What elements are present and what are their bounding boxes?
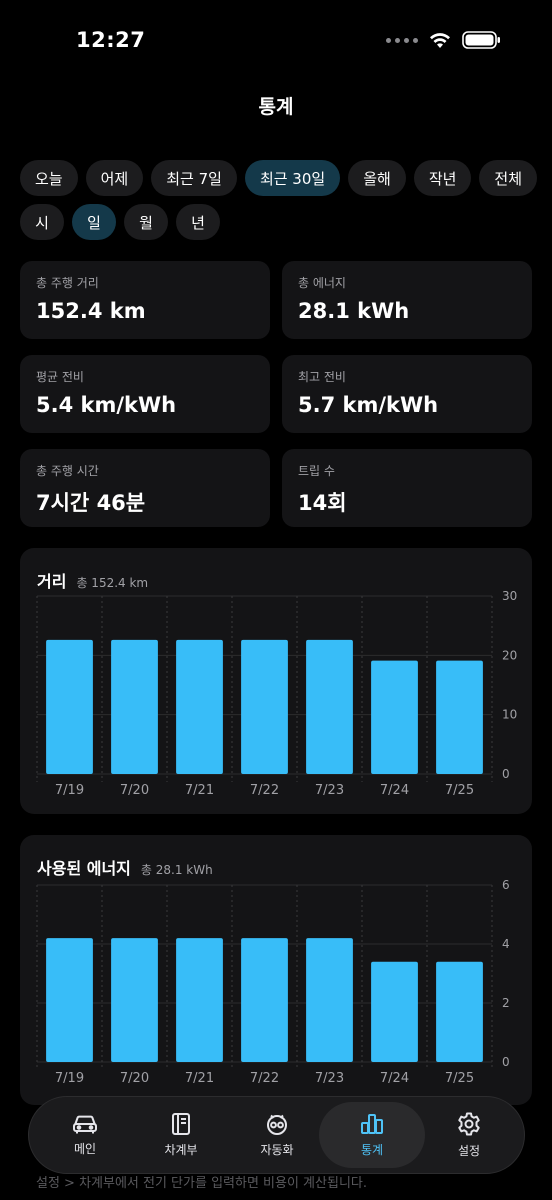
chip-yesterday[interactable]: 어제 bbox=[85, 160, 144, 196]
x-tick-label: 7/20 bbox=[120, 783, 149, 798]
bar bbox=[111, 639, 158, 774]
tab-settings[interactable]: 설정 bbox=[421, 1102, 517, 1168]
bar bbox=[46, 938, 93, 1062]
chip-day[interactable]: 일 bbox=[72, 204, 116, 240]
stat-value: 5.7 km/kWh bbox=[298, 393, 439, 417]
chip-last-30-days[interactable]: 최근 30일 bbox=[244, 160, 341, 196]
chip-hour[interactable]: 시 bbox=[20, 204, 64, 240]
stat-label: 평균 전비 bbox=[36, 370, 84, 384]
bottom-hint: 설정 > 차계부에서 전기 단가를 입력하면 비용이 계산됩니다. bbox=[36, 1176, 367, 1191]
chip-last-7-days[interactable]: 최근 7일 bbox=[151, 160, 237, 196]
y-tick-label: 0 bbox=[502, 1055, 510, 1069]
bar bbox=[111, 938, 158, 1062]
cellular-dots-icon bbox=[386, 37, 418, 43]
y-tick-label: 4 bbox=[502, 937, 510, 951]
tab-main[interactable]: 메인 bbox=[37, 1102, 133, 1168]
tab-stats[interactable]: 통계 bbox=[319, 1102, 425, 1168]
page-title: 통계 bbox=[258, 96, 294, 118]
x-tick-label: 7/22 bbox=[250, 1071, 279, 1086]
unit-filter: 시 일 월 년 bbox=[20, 204, 220, 240]
x-tick-label: 7/21 bbox=[185, 1071, 214, 1086]
y-tick-label: 2 bbox=[502, 996, 510, 1010]
gear-icon bbox=[458, 1112, 480, 1136]
stat-card-trip-count: 트립 수 14회 bbox=[282, 449, 532, 527]
x-tick-label: 7/23 bbox=[315, 1071, 344, 1086]
stat-card-total-energy: 총 에너지 28.1 kWh bbox=[282, 261, 532, 339]
stat-label: 트립 수 bbox=[298, 464, 335, 478]
tab-label: 메인 bbox=[73, 1142, 97, 1156]
stat-label: 총 에너지 bbox=[298, 276, 346, 290]
chip-year[interactable]: 년 bbox=[176, 204, 220, 240]
stat-card-total-time: 총 주행 시간 7시간 46분 bbox=[20, 449, 270, 527]
bar bbox=[306, 938, 353, 1062]
chip-this-year[interactable]: 올해 bbox=[348, 160, 406, 196]
y-tick-label: 20 bbox=[502, 648, 517, 662]
bar bbox=[176, 938, 223, 1062]
energy-chart-card: 사용된 에너지 총 28.1 kWh 0 2 4 6 7/19 7/20 7/21 7/22 7… bbox=[20, 835, 532, 1105]
stat-label: 최고 전비 bbox=[298, 370, 346, 384]
x-tick-label: 7/19 bbox=[55, 783, 84, 798]
chip-all[interactable]: 전체 bbox=[479, 160, 538, 196]
bar bbox=[371, 660, 418, 774]
status-time: 12:27 bbox=[76, 28, 146, 52]
stat-card-avg-efficiency: 평균 전비 5.4 km/kWh bbox=[20, 355, 270, 433]
stat-value: 152.4 km bbox=[36, 299, 146, 323]
stat-value: 5.4 km/kWh bbox=[36, 393, 177, 417]
bar bbox=[436, 660, 483, 774]
x-tick-label: 7/25 bbox=[445, 1071, 474, 1086]
stat-value: 7시간 46분 bbox=[36, 491, 146, 515]
bar bbox=[436, 961, 483, 1062]
x-tick-label: 7/22 bbox=[250, 783, 279, 798]
distance-chart-card: 거리 총 152.4 km 0 10 20 30 7/19 7/20 7/21 7/22 7/2… bbox=[20, 548, 532, 814]
tab-automation[interactable]: 자동화 bbox=[229, 1102, 325, 1168]
energy-chart: 0 2 4 6 7/19 7/20 7/21 7/22 7/23 7/24 7/25 bbox=[36, 878, 510, 1086]
tab-bar: 메인 차계부 자동화 통계 설정 bbox=[28, 1096, 525, 1174]
stats-icon bbox=[361, 1114, 383, 1134]
stat-label: 총 주행 시간 bbox=[36, 464, 99, 478]
stat-label: 총 주행 거리 bbox=[36, 276, 99, 290]
bar bbox=[176, 639, 223, 774]
x-tick-label: 7/25 bbox=[445, 783, 474, 798]
ledger-icon bbox=[172, 1113, 190, 1135]
y-tick-label: 6 bbox=[502, 878, 510, 892]
battery-icon bbox=[462, 31, 500, 49]
x-tick-label: 7/24 bbox=[380, 1071, 409, 1086]
chip-today[interactable]: 오늘 bbox=[20, 160, 78, 196]
bar bbox=[241, 639, 288, 774]
tab-label: 자동화 bbox=[260, 1143, 294, 1157]
bar bbox=[46, 639, 93, 774]
tab-label: 통계 bbox=[360, 1143, 384, 1157]
status-bar: 12:27 bbox=[0, 0, 552, 80]
automation-icon bbox=[267, 1114, 287, 1135]
y-tick-label: 10 bbox=[502, 708, 517, 722]
y-tick-label: 30 bbox=[502, 589, 517, 603]
distance-chart: 0 10 20 30 7/19 7/20 7/21 7/22 7/23 7/24 7/25 bbox=[36, 589, 517, 798]
bar bbox=[241, 938, 288, 1062]
tab-ledger[interactable]: 차계부 bbox=[133, 1102, 229, 1168]
bar bbox=[306, 639, 353, 774]
x-tick-label: 7/20 bbox=[120, 1071, 149, 1086]
x-tick-label: 7/24 bbox=[380, 783, 409, 798]
tab-label: 차계부 bbox=[164, 1143, 198, 1157]
status-icons bbox=[386, 30, 502, 50]
x-tick-label: 7/23 bbox=[315, 783, 344, 798]
chip-last-year[interactable]: 작년 bbox=[413, 160, 472, 196]
wifi-icon bbox=[430, 33, 450, 48]
y-tick-label: 0 bbox=[502, 767, 510, 781]
car-icon bbox=[73, 1115, 97, 1134]
stat-value: 14회 bbox=[298, 491, 347, 515]
stat-value: 28.1 kWh bbox=[298, 299, 410, 323]
x-tick-label: 7/21 bbox=[185, 783, 214, 798]
chip-month[interactable]: 월 bbox=[124, 204, 168, 240]
tab-label: 설정 bbox=[457, 1144, 481, 1158]
bar bbox=[371, 961, 418, 1062]
range-filter: 오늘 어제 최근 7일 최근 30일 올해 작년 전체 bbox=[20, 160, 538, 196]
x-tick-label: 7/19 bbox=[55, 1071, 84, 1086]
stat-card-total-distance: 총 주행 거리 152.4 km bbox=[20, 261, 270, 339]
stat-card-best-efficiency: 최고 전비 5.7 km/kWh bbox=[282, 355, 532, 433]
